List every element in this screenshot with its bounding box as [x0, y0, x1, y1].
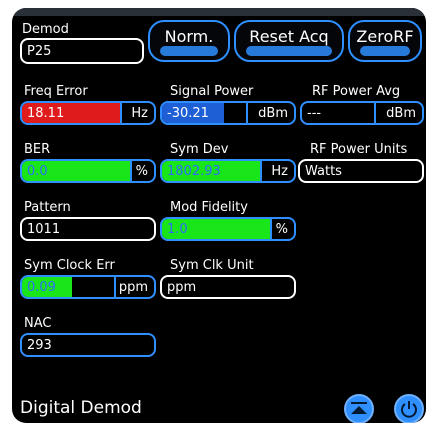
nac-label: NAC	[24, 316, 52, 331]
sym-clock-err-unit: ppm	[118, 280, 148, 295]
sym-dev-label: Sym Dev	[170, 142, 229, 157]
freq-error-value: 18.11	[27, 106, 65, 121]
power-button[interactable]	[394, 394, 424, 423]
zero-rf-button-glow	[360, 46, 410, 56]
rf-power-units-label: RF Power Units	[310, 142, 408, 157]
freq-error-field[interactable]: 18.11 Hz	[20, 101, 156, 125]
freq-error-label: Freq Error	[24, 84, 88, 99]
sym-clock-err-field[interactable]: 0.09 ppm	[20, 275, 156, 299]
eject-button[interactable]	[344, 394, 374, 423]
zero-rf-button[interactable]: ZeroRF	[348, 20, 422, 62]
freq-error-unit: Hz	[131, 106, 148, 121]
norm-button-label: Norm.	[164, 27, 214, 46]
pattern-label: Pattern	[24, 200, 71, 215]
demod-value: P25	[27, 44, 52, 59]
zero-rf-button-label: ZeroRF	[356, 27, 414, 46]
rf-power-avg-unit: dBm	[386, 106, 416, 121]
sym-dev-unit: Hz	[271, 164, 288, 179]
top-bar	[12, 8, 426, 16]
mod-fidelity-divider	[270, 219, 272, 239]
power-icon	[401, 401, 417, 418]
sym-clk-unit-value: ppm	[167, 280, 197, 295]
reset-acq-button-label: Reset Acq	[249, 27, 329, 46]
instrument-screen: Demod P25 Norm. Reset Acq ZeroRF Freq Er…	[12, 8, 426, 423]
pattern-field[interactable]: 1011	[20, 217, 156, 241]
ber-label: BER	[24, 142, 51, 157]
mod-fidelity-label: Mod Fidelity	[170, 200, 248, 215]
rf-power-avg-value: ---	[307, 106, 322, 121]
mod-fidelity-value: 1.0	[167, 222, 188, 237]
sym-clk-unit-label: Sym Clk Unit	[170, 258, 254, 273]
page-title: Digital Demod	[20, 398, 142, 418]
signal-power-divider	[246, 103, 248, 123]
rf-power-avg-label: RF Power Avg	[312, 84, 401, 99]
pattern-value: 1011	[27, 222, 61, 237]
nac-value: 293	[27, 338, 52, 353]
signal-power-label: Signal Power	[170, 84, 254, 99]
nac-field[interactable]: 293	[20, 333, 156, 357]
ber-unit: %	[135, 164, 148, 179]
reset-acq-button-glow	[246, 46, 332, 56]
mod-fidelity-unit: %	[275, 222, 288, 237]
signal-power-value: -30.21	[167, 106, 209, 121]
mod-fidelity-field[interactable]: 1.0 %	[160, 217, 296, 241]
demod-field[interactable]: P25	[20, 38, 144, 64]
rf-power-avg-divider	[374, 103, 376, 123]
norm-button-glow	[160, 46, 218, 56]
sym-clock-err-value: 0.09	[27, 280, 56, 295]
sym-clk-unit-field[interactable]: ppm	[160, 275, 296, 299]
rf-power-avg-field[interactable]: --- dBm	[300, 101, 424, 125]
signal-power-unit: dBm	[258, 106, 288, 121]
sym-dev-value: 1802.93	[167, 164, 221, 179]
reset-acq-button[interactable]: Reset Acq	[234, 20, 344, 62]
ber-field[interactable]: 0.0 %	[20, 159, 156, 183]
ber-value: 0.0	[27, 164, 48, 179]
rf-power-units-value: Watts	[305, 164, 342, 179]
sym-clock-err-label: Sym Clock Err	[24, 258, 115, 273]
rf-power-units-field[interactable]: Watts	[298, 159, 424, 183]
demod-label: Demod	[22, 22, 69, 37]
eject-icon	[351, 402, 367, 414]
signal-power-field[interactable]: -30.21 dBm	[160, 101, 296, 125]
sym-dev-divider	[260, 161, 262, 181]
ber-divider	[130, 161, 132, 181]
norm-button[interactable]: Norm.	[148, 20, 230, 62]
freq-error-divider	[120, 103, 122, 123]
sym-clock-err-divider	[114, 277, 116, 297]
sym-dev-field[interactable]: 1802.93 Hz	[160, 159, 296, 183]
